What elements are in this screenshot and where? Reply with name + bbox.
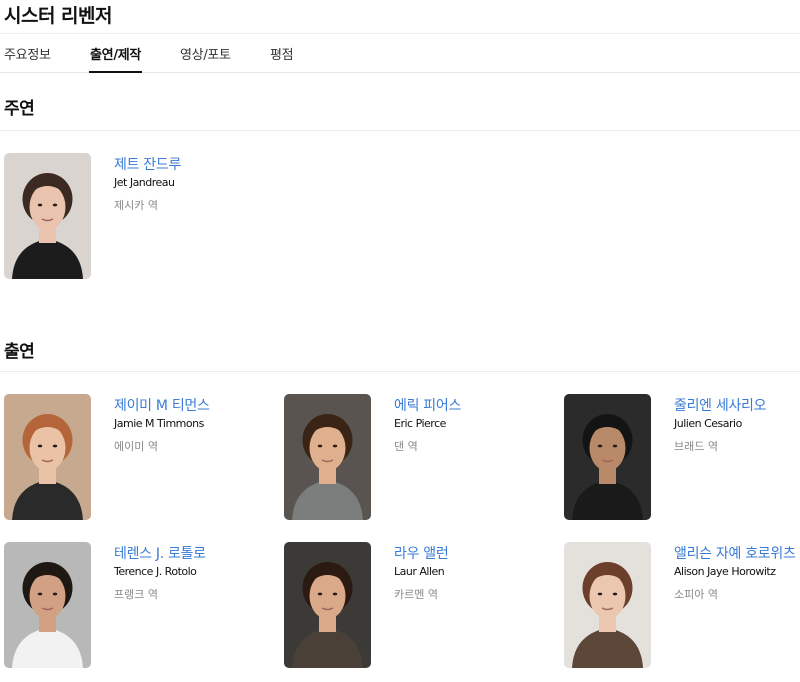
actor-role: 브래드 역 bbox=[674, 440, 718, 453]
tab-cast-crew[interactable]: 출연/제작 bbox=[90, 44, 141, 63]
actor-photo[interactable] bbox=[564, 394, 651, 520]
section-divider bbox=[0, 130, 800, 131]
cast-card: 에릭 피어스 Eric Pierce 댄 역 bbox=[284, 394, 554, 520]
tab-bar: 주요정보 출연/제작 영상/포토 평점 bbox=[0, 33, 800, 73]
tab-main-info[interactable]: 주요정보 bbox=[4, 44, 51, 63]
actor-english-name: Eric Pierce bbox=[394, 417, 446, 430]
tab-rating[interactable]: 평점 bbox=[270, 44, 294, 63]
actor-english-name: Terence J. Rotolo bbox=[114, 565, 197, 578]
actor-role: 카르멘 역 bbox=[394, 588, 438, 601]
actor-english-name: Alison Jaye Horowitz bbox=[674, 565, 776, 578]
cast-card: 제이미 M 티먼스 Jamie M Timmons 에이미 역 bbox=[4, 394, 274, 520]
actor-english-name: Julien Cesario bbox=[674, 417, 742, 430]
tab-video-photo[interactable]: 영상/포토 bbox=[180, 44, 231, 63]
actor-english-name: Jet Jandreau bbox=[114, 176, 175, 189]
cast-card: 줄리엔 세사리오 Julien Cesario 브래드 역 bbox=[564, 394, 800, 520]
active-tab-indicator bbox=[89, 71, 142, 73]
actor-photo[interactable] bbox=[284, 394, 371, 520]
actor-role: 소피아 역 bbox=[674, 588, 718, 601]
actor-english-name: Jamie M Timmons bbox=[114, 417, 204, 430]
actor-korean-name[interactable]: 테렌스 J. 로톨로 bbox=[114, 543, 206, 563]
actor-korean-name[interactable]: 앨리슨 자예 호로위츠 bbox=[674, 543, 796, 563]
actor-korean-name[interactable]: 제이미 M 티먼스 bbox=[114, 395, 210, 415]
cast-card: 라우 앨런 Laur Allen 카르멘 역 bbox=[284, 542, 554, 668]
actor-role: 프랭크 역 bbox=[114, 588, 158, 601]
actor-korean-name[interactable]: 라우 앨런 bbox=[394, 543, 449, 563]
section-divider bbox=[0, 371, 800, 372]
cast-card: 제트 잔드루 Jet Jandreau 제시카 역 bbox=[4, 153, 274, 279]
actor-korean-name[interactable]: 줄리엔 세사리오 bbox=[674, 395, 767, 415]
actor-english-name: Laur Allen bbox=[394, 565, 445, 578]
cast-card: 테렌스 J. 로톨로 Terence J. Rotolo 프랭크 역 bbox=[4, 542, 274, 668]
actor-role: 제시카 역 bbox=[114, 199, 158, 212]
page-title: 시스터 리벤저 bbox=[4, 5, 113, 27]
actor-photo[interactable] bbox=[284, 542, 371, 668]
actor-photo[interactable] bbox=[564, 542, 651, 668]
section-title-lead: 주연 bbox=[4, 99, 35, 119]
actor-korean-name[interactable]: 제트 잔드루 bbox=[114, 154, 181, 174]
actor-korean-name[interactable]: 에릭 피어스 bbox=[394, 395, 461, 415]
actor-role: 에이미 역 bbox=[114, 440, 158, 453]
section-title-supporting: 출연 bbox=[4, 342, 35, 362]
actor-photo[interactable] bbox=[4, 542, 91, 668]
actor-photo[interactable] bbox=[4, 153, 91, 279]
actor-photo[interactable] bbox=[4, 394, 91, 520]
actor-role: 댄 역 bbox=[394, 440, 418, 453]
cast-card: 앨리슨 자예 호로위츠 Alison Jaye Horowitz 소피아 역 bbox=[564, 542, 800, 668]
